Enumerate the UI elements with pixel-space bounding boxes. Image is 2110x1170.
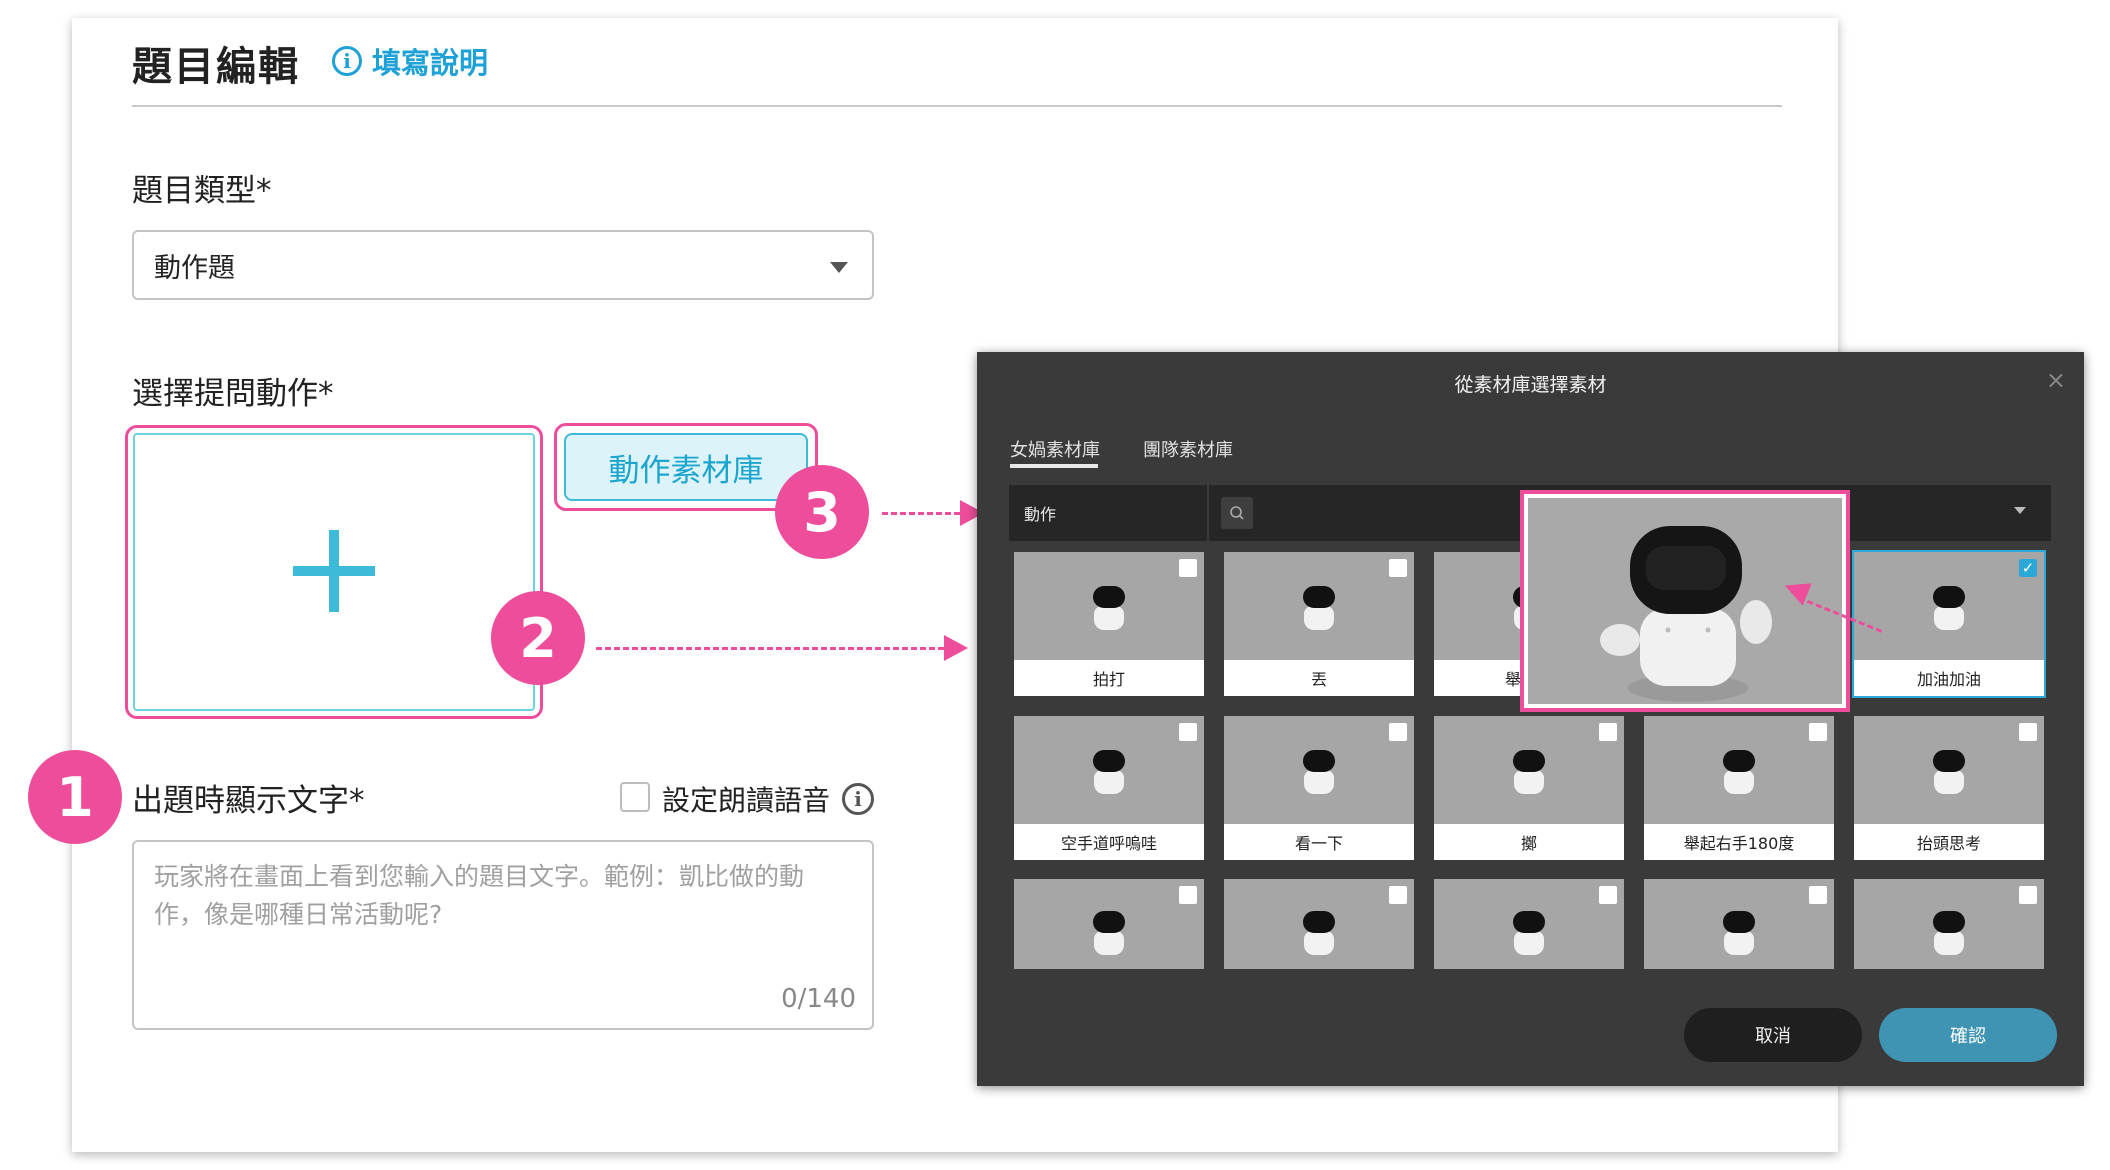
- robot-thumbnail-body: [1514, 770, 1544, 794]
- arrow-3-line: [882, 512, 960, 515]
- robot-thumbnail-head: [1933, 750, 1965, 772]
- display-text-textarea[interactable]: 玩家將在畫面上看到您輸入的題目文字。範例：凱比做的動 作，像是哪種日常活動呢? …: [132, 840, 874, 1030]
- tab-team-library[interactable]: 團隊素材庫: [1143, 436, 1233, 462]
- robot-thumbnail-head: [1513, 911, 1545, 933]
- asset-checkbox[interactable]: [2019, 723, 2037, 741]
- char-counter: 0/140: [781, 984, 856, 1014]
- arrow-2-head: [944, 635, 968, 661]
- confirm-button[interactable]: 確認: [1879, 1008, 2057, 1062]
- textarea-placeholder-line2: 作，像是哪種日常活動呢?: [154, 900, 443, 929]
- action-library-button[interactable]: 動作素材庫: [564, 433, 808, 501]
- robot-thumbnail-body: [1094, 606, 1124, 630]
- arrow-2-line: [596, 647, 944, 650]
- step-badge-2: 2: [491, 591, 585, 685]
- tts-checkbox[interactable]: [620, 782, 650, 812]
- asset-checkbox[interactable]: [1389, 886, 1407, 904]
- robot-thumbnail-body: [1934, 931, 1964, 955]
- tab-nuwa-library[interactable]: 女媧素材庫: [1010, 436, 1100, 462]
- help-link-label: 填寫說明: [372, 46, 489, 80]
- textarea-placeholder-line1: 玩家將在畫面上看到您輸入的題目文字。範例：凱比做的動: [154, 862, 805, 891]
- robot-thumbnail-head: [1513, 750, 1545, 772]
- title-divider: [132, 105, 1782, 107]
- asset-tile[interactable]: [1434, 879, 1624, 969]
- asset-tile[interactable]: 空手道呼嗚哇: [1014, 716, 1204, 860]
- asset-label: 空手道呼嗚哇: [1014, 824, 1204, 860]
- question-type-label: 題目類型*: [132, 173, 272, 209]
- robot-thumbnail-head: [1093, 750, 1125, 772]
- asset-tile[interactable]: [1854, 879, 2044, 969]
- cancel-button[interactable]: 取消: [1684, 1008, 1862, 1062]
- asset-checkbox[interactable]: [1179, 723, 1197, 741]
- asset-label: 拍打: [1014, 660, 1204, 696]
- robot-thumbnail-body: [1304, 931, 1334, 955]
- plus-icon-vertical: [329, 530, 339, 612]
- step-badge-3: 3: [775, 465, 869, 559]
- robot-thumbnail-body: [1724, 931, 1754, 955]
- robot-thumbnail-body: [1514, 931, 1544, 955]
- robot-thumbnail-body: [1724, 770, 1754, 794]
- asset-label: 加油加油: [1854, 660, 2044, 696]
- chevron-down-icon[interactable]: [2014, 507, 2026, 514]
- tts-info-icon[interactable]: i: [842, 783, 874, 815]
- robot-thumbnail-head: [1723, 911, 1755, 933]
- category-filter-label: 動作: [1024, 505, 1057, 524]
- robot-thumbnail-body: [1304, 770, 1334, 794]
- close-icon[interactable]: ×: [2046, 366, 2066, 394]
- asset-label: 丟: [1224, 660, 1414, 696]
- robot-thumbnail-body: [1934, 606, 1964, 630]
- tts-label: 設定朗讀語音: [662, 784, 831, 817]
- asset-checkbox[interactable]: [1389, 723, 1407, 741]
- robot-thumbnail-body: [1304, 606, 1334, 630]
- asset-tile[interactable]: [1644, 879, 1834, 969]
- asset-tile[interactable]: 舉起右手180度: [1644, 716, 1834, 860]
- asset-checkbox[interactable]: [1179, 886, 1197, 904]
- robot-thumbnail-head: [1303, 911, 1335, 933]
- asset-tile[interactable]: [1224, 879, 1414, 969]
- asset-tile[interactable]: ✓ 加油加油: [1852, 550, 2046, 698]
- asset-tile[interactable]: 看一下: [1224, 716, 1414, 860]
- search-icon[interactable]: [1221, 497, 1253, 529]
- page-title: 題目編輯: [132, 44, 300, 90]
- active-tab-underline: [1010, 464, 1098, 468]
- help-link[interactable]: i 填寫說明: [332, 40, 488, 82]
- robot-thumbnail-body: [1934, 770, 1964, 794]
- dialog-title: 從素材庫選擇素材: [1454, 374, 1607, 396]
- asset-label: 抬頭思考: [1854, 824, 2044, 860]
- asset-checkbox[interactable]: [1599, 723, 1617, 741]
- robot-thumbnail-head: [1303, 750, 1335, 772]
- display-text-label: 出題時顯示文字*: [132, 783, 365, 819]
- asset-tile[interactable]: [1014, 879, 1204, 969]
- asset-library-dialog: 從素材庫選擇素材 × 女媧素材庫 團隊素材庫 動作 拍打丟舉起左✓加油加油空手道…: [977, 352, 2084, 1086]
- step-badge-1: 1: [28, 750, 122, 844]
- asset-tile[interactable]: 抬頭思考: [1854, 716, 2044, 860]
- asset-checkbox[interactable]: [1809, 886, 1827, 904]
- robot-thumbnail-head: [1093, 586, 1125, 608]
- category-filter[interactable]: 動作: [1009, 485, 1209, 541]
- asset-checkbox[interactable]: [1809, 723, 1827, 741]
- robot-thumbnail-head: [1093, 911, 1125, 933]
- robot-thumbnail-head: [1723, 750, 1755, 772]
- asset-tile[interactable]: 丟: [1224, 552, 1414, 696]
- asset-checkbox[interactable]: [1179, 559, 1197, 577]
- question-type-value: 動作題: [154, 252, 235, 284]
- asset-label: 擲: [1434, 824, 1624, 860]
- robot-thumbnail-head: [1933, 911, 1965, 933]
- robot-thumbnail-body: [1094, 770, 1124, 794]
- info-icon: i: [332, 46, 362, 76]
- asset-tile[interactable]: 拍打: [1014, 552, 1204, 696]
- asset-checkbox[interactable]: [2019, 886, 2037, 904]
- asset-checkbox[interactable]: [1389, 559, 1407, 577]
- robot-thumbnail-body: [1094, 931, 1124, 955]
- question-type-select[interactable]: 動作題: [132, 230, 874, 300]
- asset-checkbox[interactable]: ✓: [2019, 559, 2037, 577]
- robot-thumbnail-head: [1933, 586, 1965, 608]
- asset-checkbox[interactable]: [1599, 886, 1617, 904]
- robot-thumbnail-head: [1303, 586, 1335, 608]
- asset-label: 看一下: [1224, 824, 1414, 860]
- chevron-down-icon: [830, 262, 848, 273]
- asset-tile[interactable]: 擲: [1434, 716, 1624, 860]
- choose-action-label: 選擇提問動作*: [132, 376, 334, 412]
- asset-label: 舉起右手180度: [1644, 824, 1834, 860]
